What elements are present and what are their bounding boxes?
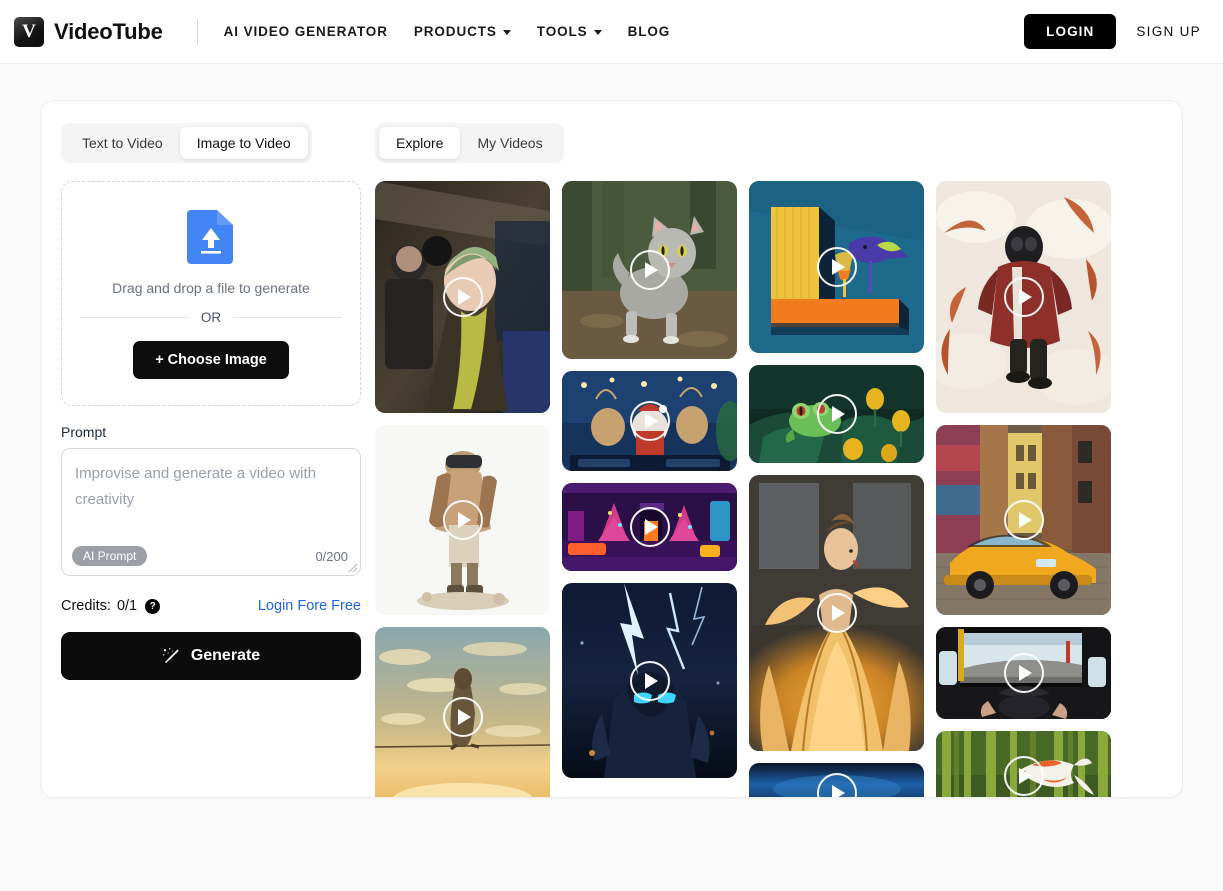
grid-column-2 — [562, 181, 737, 797]
file-dropzone[interactable]: Drag and drop a file to generate OR + Ch… — [61, 181, 361, 406]
cat-in-forest-video[interactable] — [562, 181, 737, 359]
truck-interior-drive-video[interactable] — [936, 627, 1111, 719]
grid-column-1 — [375, 181, 550, 797]
prompt-input-wrapper[interactable]: Improvise and generate a video with crea… — [61, 448, 361, 576]
video-grid — [375, 181, 1162, 797]
video-thumbnail — [749, 763, 924, 797]
site-header: V VideoTube AI VIDEO GENERATOR PRODUCTS … — [0, 0, 1223, 64]
grid-column-3 — [749, 181, 924, 797]
video-thumbnail — [375, 181, 550, 413]
ai-prompt-badge[interactable]: AI Prompt — [72, 546, 148, 566]
chevron-down-icon — [502, 30, 511, 35]
neon-christmas-room-video[interactable] — [562, 483, 737, 571]
nav-label: PRODUCTS — [413, 24, 497, 39]
woman-on-train-video[interactable] — [375, 181, 550, 413]
generate-label: Generate — [190, 647, 261, 664]
video-thumbnail — [375, 627, 550, 797]
dropzone-text: Drag and drop a file to generate — [112, 280, 310, 296]
video-thumbnail — [936, 425, 1111, 615]
nav-item-ai-video-generator[interactable]: AI VIDEO GENERATOR — [224, 24, 388, 39]
video-thumbnail — [562, 583, 737, 778]
nav-item-tools[interactable]: TOOLS — [537, 24, 602, 39]
signup-button[interactable]: SIGN UP — [1132, 18, 1205, 45]
video-thumbnail — [749, 475, 924, 751]
gasmask-octopus-video[interactable] — [936, 181, 1111, 413]
tab-image-to-video[interactable]: Image to Video — [179, 127, 308, 159]
main-navigation: AI VIDEO GENERATOR PRODUCTS TOOLS BLOG — [224, 24, 671, 39]
login-button[interactable]: LOGIN — [1024, 14, 1117, 49]
golden-gown-dancer-video[interactable] — [749, 475, 924, 751]
grid-column-4 — [936, 181, 1111, 797]
nav-label: BLOG — [627, 24, 671, 39]
generate-button[interactable]: Generate — [61, 632, 361, 680]
prompt-char-counter: 0/200 — [315, 549, 348, 564]
or-line-right — [233, 317, 342, 318]
video-thumbnail — [936, 731, 1111, 797]
v-logo-icon: V — [14, 16, 44, 47]
nav-label: TOOLS — [536, 24, 588, 39]
magic-wand-icon — [162, 647, 179, 663]
video-thumbnail — [749, 365, 924, 463]
nav-item-blog[interactable]: BLOG — [628, 24, 671, 39]
or-line-left — [80, 317, 189, 318]
question-mark-icon[interactable]: ? — [145, 598, 161, 614]
or-separator: OR — [80, 310, 342, 325]
tab-my-videos[interactable]: My Videos — [460, 127, 559, 159]
video-thumbnail — [936, 181, 1111, 413]
brand-name: VideoTube — [54, 18, 163, 44]
yellow-sportscar-alley-video[interactable] — [936, 425, 1111, 615]
lightning-warrior-video[interactable] — [562, 583, 737, 778]
upload-file-icon — [187, 210, 235, 264]
blue-night-scene-video[interactable] — [749, 763, 924, 797]
video-thumbnail — [375, 425, 550, 615]
brand-logo-group[interactable]: V VideoTube — [14, 16, 163, 47]
nav-label: AI VIDEO GENERATOR — [223, 24, 388, 39]
video-thumbnail — [936, 627, 1111, 719]
video-thumbnail — [562, 181, 737, 359]
credits-label: Credits: — [61, 598, 111, 614]
generator-panel: Text to Video Image to Video Drag and dr… — [40, 100, 1183, 798]
tab-text-to-video[interactable]: Text to Video — [65, 127, 180, 159]
header-divider — [196, 18, 198, 45]
video-thumbnail — [562, 371, 737, 471]
credits-row: Credits: 0/1 ? Login Fore Free — [61, 598, 361, 614]
choose-image-button[interactable]: + Choose Image — [133, 341, 289, 379]
video-gallery: Explore My Videos — [375, 123, 1162, 797]
login-for-free-link[interactable]: Login Fore Free — [258, 598, 361, 614]
vr-headset-person-video[interactable] — [375, 425, 550, 615]
prompt-placeholder: Improvise and generate a video with crea… — [75, 465, 316, 509]
mode-tab-group: Text to Video Image to Video — [61, 123, 312, 163]
chevron-down-icon — [593, 30, 602, 35]
credits-value: 0/1 — [116, 598, 138, 614]
tab-explore[interactable]: Explore — [379, 127, 461, 159]
or-label: OR — [200, 310, 222, 325]
page-body: Text to Video Image to Video Drag and dr… — [0, 64, 1223, 798]
video-thumbnail — [749, 181, 924, 353]
tightrope-sunset-video[interactable] — [375, 627, 550, 797]
bird-sculpture-video[interactable] — [749, 181, 924, 353]
nav-item-products[interactable]: PRODUCTS — [414, 24, 511, 39]
frog-on-leaf-video[interactable] — [749, 365, 924, 463]
koi-fish-bamboo-video[interactable] — [936, 731, 1111, 797]
gallery-tab-group: Explore My Videos — [375, 123, 564, 163]
generator-controls: Text to Video Image to Video Drag and dr… — [61, 123, 361, 797]
video-thumbnail — [562, 483, 737, 571]
santa-reindeer-dj-video[interactable] — [562, 371, 737, 471]
resize-grip-icon[interactable] — [348, 563, 358, 573]
prompt-label: Prompt — [61, 424, 107, 440]
header-actions: LOGIN SIGN UP — [1024, 14, 1205, 49]
